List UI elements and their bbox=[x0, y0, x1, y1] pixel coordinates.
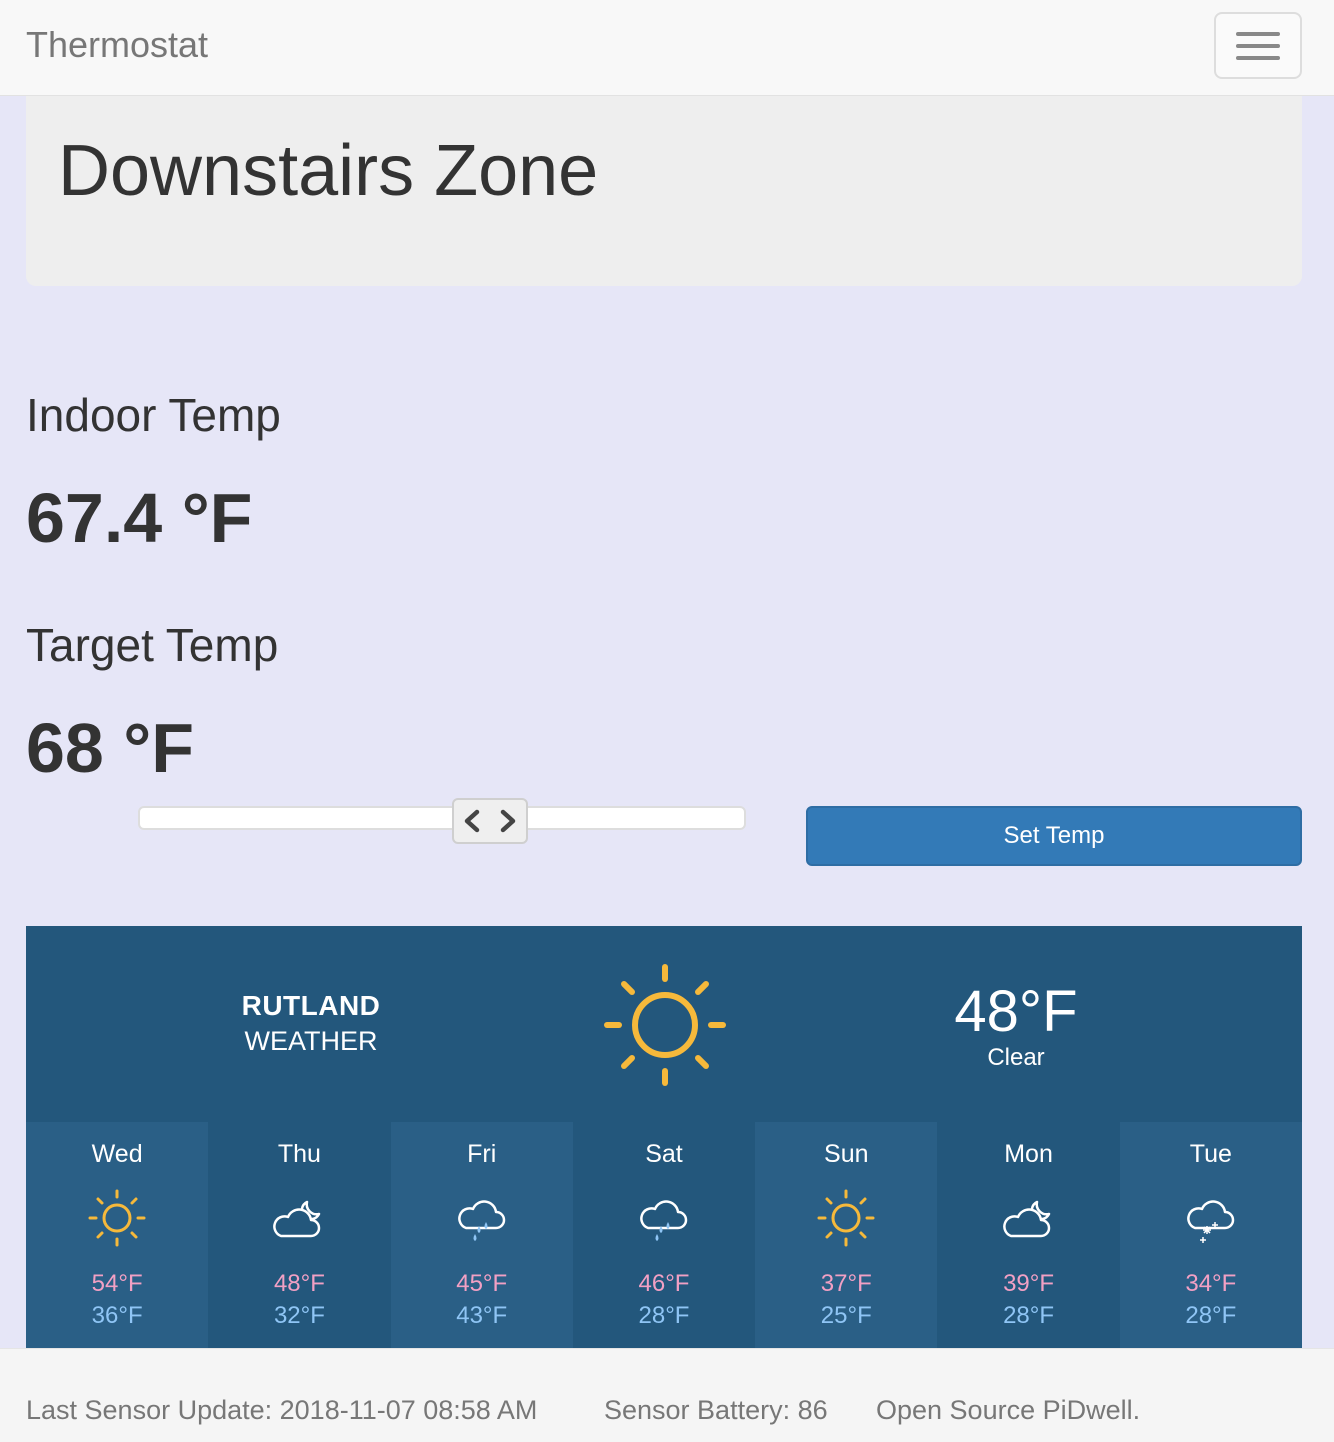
sensor-battery: Sensor Battery: 86 bbox=[604, 1395, 828, 1425]
target-temp-slider[interactable] bbox=[138, 806, 746, 830]
day-high-temp: 54°F bbox=[91, 1270, 143, 1297]
snow-cloud-icon bbox=[1181, 1188, 1241, 1253]
forecast-day: Sun 37°F 25°F bbox=[755, 1122, 938, 1348]
day-name: Mon bbox=[1004, 1140, 1053, 1168]
sun-icon bbox=[603, 963, 727, 1092]
weather-location: RUTLAND WEATHER bbox=[26, 990, 596, 1057]
zone-header: Downstairs Zone bbox=[26, 96, 1302, 286]
day-high-temp: 46°F bbox=[638, 1270, 690, 1297]
current-condition: Clear bbox=[987, 1044, 1045, 1071]
hamburger-icon bbox=[1236, 32, 1280, 36]
day-low-temp: 28°F bbox=[638, 1302, 690, 1329]
set-temp-button[interactable]: Set Temp bbox=[806, 806, 1302, 866]
hamburger-icon bbox=[1236, 56, 1280, 60]
rain-cloud-icon bbox=[452, 1188, 512, 1253]
rain-cloud-icon bbox=[634, 1188, 694, 1253]
day-low-temp: 28°F bbox=[1185, 1302, 1237, 1329]
day-high-temp: 48°F bbox=[273, 1270, 325, 1297]
navbar: Thermostat bbox=[0, 0, 1334, 96]
day-high-temp: 37°F bbox=[820, 1270, 872, 1297]
forecast-row: Wed 54°F 36°F Thu 48°F 32°F Fri 45°F 43°… bbox=[26, 1122, 1302, 1348]
day-name: Wed bbox=[91, 1140, 143, 1168]
day-high-temp: 39°F bbox=[1003, 1270, 1055, 1297]
day-high-temp: 34°F bbox=[1185, 1270, 1237, 1297]
forecast-day: Mon 39°F 28°F bbox=[937, 1122, 1119, 1348]
day-low-temp: 43°F bbox=[456, 1302, 508, 1329]
brand-link[interactable]: Thermostat bbox=[26, 24, 208, 66]
hamburger-icon bbox=[1236, 44, 1280, 48]
day-name: Thu bbox=[277, 1140, 321, 1168]
current-temperature: 48°F bbox=[954, 979, 1078, 1044]
forecast-day: Sat 46°F 28°F bbox=[573, 1122, 755, 1348]
weather-subtitle: WEATHER bbox=[244, 1026, 378, 1056]
cloud-moon-icon bbox=[997, 1188, 1061, 1253]
menu-toggle-button[interactable] bbox=[1214, 12, 1302, 79]
target-temp-value: 68 °F bbox=[26, 709, 195, 787]
indoor-temp-label: Indoor Temp bbox=[26, 389, 281, 441]
forecast-day: Wed 54°F 36°F bbox=[26, 1122, 209, 1348]
city-name: RUTLAND bbox=[241, 990, 381, 1021]
slider-handle[interactable] bbox=[451, 798, 528, 844]
zone-title: Downstairs Zone bbox=[58, 131, 599, 211]
last-sensor-update: Last Sensor Update: 2018-11-07 08:58 AM bbox=[26, 1395, 538, 1425]
day-name: Sun bbox=[824, 1140, 869, 1168]
weather-widget: RUTLAND WEATHER 48°F Clear Wed 54°F 36°F… bbox=[26, 926, 1302, 1348]
day-low-temp: 25°F bbox=[820, 1302, 872, 1329]
day-name: Tue bbox=[1189, 1140, 1232, 1168]
target-temp-label: Target Temp bbox=[26, 619, 279, 671]
sun-icon bbox=[816, 1188, 876, 1253]
day-low-temp: 32°F bbox=[273, 1302, 325, 1329]
sun-icon bbox=[87, 1188, 147, 1253]
forecast-day: Thu 48°F 32°F bbox=[208, 1122, 390, 1348]
day-name: Fri bbox=[467, 1140, 497, 1168]
chevron-left-right-icon bbox=[464, 809, 516, 833]
forecast-day: Fri 45°F 43°F bbox=[390, 1122, 573, 1348]
footer: Last Sensor Update: 2018-11-07 08:58 AM … bbox=[0, 1348, 1334, 1442]
day-low-temp: 36°F bbox=[91, 1302, 143, 1329]
day-name: Sat bbox=[645, 1140, 683, 1168]
footer-credit: Open Source PiDwell. bbox=[876, 1395, 1141, 1425]
day-high-temp: 45°F bbox=[456, 1270, 508, 1297]
day-low-temp: 28°F bbox=[1003, 1302, 1055, 1329]
forecast-day: Tue 34°F 28°F bbox=[1119, 1122, 1302, 1348]
indoor-temp-value: 67.4 °F bbox=[26, 479, 253, 557]
cloud-moon-icon bbox=[267, 1188, 331, 1253]
